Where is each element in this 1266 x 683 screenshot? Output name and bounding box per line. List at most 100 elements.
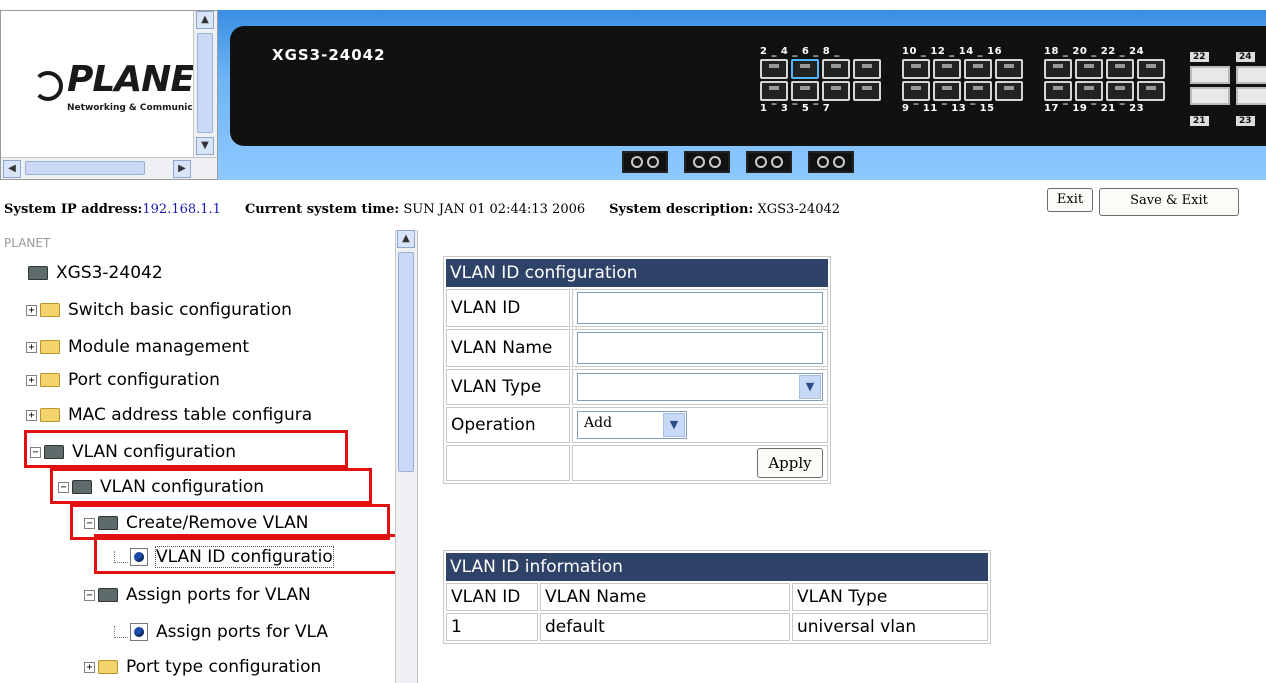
port-numbers-top: 2 _ 4 _ 6 _ 8 _ bbox=[760, 46, 840, 57]
tree-item-label: Switch basic configuration bbox=[68, 300, 292, 320]
chevron-down-icon[interactable]: ▼ bbox=[663, 413, 685, 437]
scroll-right-icon[interactable]: ▶ bbox=[173, 160, 191, 178]
tree-item-switch-basic[interactable]: + Switch basic configuration bbox=[26, 297, 292, 323]
port-icon[interactable] bbox=[995, 81, 1023, 101]
collapse-icon[interactable]: − bbox=[58, 481, 69, 493]
nav-vertical-scrollbar[interactable]: ▲ bbox=[395, 230, 417, 683]
port-icon[interactable] bbox=[791, 59, 819, 79]
port-icon[interactable] bbox=[853, 59, 881, 79]
port-icon[interactable] bbox=[933, 59, 961, 79]
device-panel: XGS3-24042 2 _ 4 _ 6 _ 8 _ 1 ‾ 3 ‾ 5 ‾ 7 bbox=[218, 10, 1266, 180]
expand-icon[interactable]: + bbox=[26, 341, 37, 353]
status-bar: System IP address:192.168.1.1 Current sys… bbox=[0, 188, 1266, 230]
sfp-port-icon[interactable] bbox=[1190, 66, 1230, 84]
port-icon[interactable] bbox=[1106, 59, 1134, 79]
apply-button[interactable]: Apply bbox=[757, 448, 823, 478]
tree-item-assign-ports-leaf[interactable]: Assign ports for VLA bbox=[114, 619, 328, 645]
collapse-icon[interactable]: − bbox=[84, 517, 95, 529]
sfp-port-icon[interactable] bbox=[1236, 66, 1266, 84]
folder-icon bbox=[40, 408, 60, 422]
sfp-label: 23 bbox=[1236, 116, 1255, 126]
tree-item-vlan-configuration-sub[interactable]: − VLAN configuration bbox=[58, 474, 264, 500]
tree-item-port-configuration[interactable]: + Port configuration bbox=[26, 367, 220, 393]
scroll-up-icon[interactable]: ▲ bbox=[196, 11, 214, 29]
port-icon[interactable] bbox=[791, 81, 819, 101]
expand-icon[interactable]: + bbox=[26, 374, 37, 386]
operation-value: Add bbox=[584, 415, 613, 431]
tree-item-assign-ports[interactable]: − Assign ports for VLAN bbox=[84, 582, 311, 608]
logo-mark-icon bbox=[33, 71, 63, 101]
port-icon[interactable] bbox=[760, 59, 788, 79]
tree-item-label: Assign ports for VLA bbox=[156, 622, 329, 642]
tree-item-label: Module management bbox=[68, 337, 250, 357]
tree-item-create-remove-vlan[interactable]: − Create/Remove VLAN bbox=[84, 510, 308, 536]
table-row: 1 default universal vlan bbox=[446, 613, 988, 641]
table-cell: default bbox=[540, 613, 790, 641]
port-icon[interactable] bbox=[822, 59, 850, 79]
port-icon[interactable] bbox=[995, 59, 1023, 79]
port-icon[interactable] bbox=[902, 81, 930, 101]
port-icon[interactable] bbox=[822, 81, 850, 101]
port-numbers-top: 18 _ 20 _ 22 _ 24 bbox=[1044, 46, 1145, 57]
expand-icon[interactable]: + bbox=[26, 409, 37, 421]
operation-select[interactable]: Add ▼ bbox=[577, 411, 687, 439]
port-icon[interactable] bbox=[1044, 81, 1072, 101]
save-exit-button[interactable]: Save & Exit bbox=[1099, 188, 1239, 216]
column-header: VLAN Name bbox=[540, 583, 790, 611]
exit-button[interactable]: Exit bbox=[1047, 188, 1093, 212]
logo-text: PLANE bbox=[67, 59, 193, 100]
collapse-icon[interactable]: − bbox=[30, 446, 41, 458]
port-icon[interactable] bbox=[1075, 59, 1103, 79]
port-icon[interactable] bbox=[933, 81, 961, 101]
port-icon[interactable] bbox=[902, 59, 930, 79]
vlan-name-input[interactable] bbox=[577, 332, 823, 364]
folder-icon bbox=[40, 373, 60, 387]
port-icon[interactable] bbox=[760, 81, 788, 101]
scroll-down-icon[interactable]: ▼ bbox=[196, 137, 214, 155]
logo-frame: PLANE Networking & Communic ▲ ▼ ◀ ▶ bbox=[0, 10, 218, 180]
column-header: VLAN ID bbox=[446, 583, 538, 611]
expand-icon[interactable]: + bbox=[84, 661, 95, 673]
logo-vertical-scrollbar[interactable]: ▲ ▼ bbox=[193, 11, 217, 157]
folder-open-icon bbox=[98, 588, 118, 602]
port-icon[interactable] bbox=[1075, 81, 1103, 101]
scroll-thumb[interactable] bbox=[197, 33, 213, 133]
port-icon[interactable] bbox=[853, 81, 881, 101]
tree-item-vlan-configuration[interactable]: − VLAN configuration bbox=[30, 439, 236, 465]
ip-value: 192.168.1.1 bbox=[142, 202, 221, 217]
led-indicator-icon bbox=[808, 151, 854, 173]
port-icon[interactable] bbox=[1137, 59, 1165, 79]
tree-item-label: VLAN configuration bbox=[100, 477, 265, 497]
tree-item-mac-address-table[interactable]: + MAC address table configura bbox=[26, 402, 312, 428]
sfp-port-icon[interactable] bbox=[1190, 87, 1230, 105]
chevron-down-icon[interactable]: ▼ bbox=[799, 375, 821, 399]
tree-item-port-type-configuration[interactable]: + Port type configuration bbox=[84, 654, 321, 680]
scroll-thumb[interactable] bbox=[398, 252, 414, 472]
scroll-left-icon[interactable]: ◀ bbox=[3, 160, 21, 178]
port-icon[interactable] bbox=[1137, 81, 1165, 101]
expand-icon[interactable]: + bbox=[26, 304, 37, 316]
collapse-icon[interactable]: − bbox=[84, 589, 95, 601]
vlan-id-input[interactable] bbox=[577, 292, 823, 324]
time-value: SUN JAN 01 02:44:13 2006 bbox=[403, 202, 586, 217]
folder-icon bbox=[40, 303, 60, 317]
tree-item-module-management[interactable]: + Module management bbox=[26, 334, 249, 360]
tree-root[interactable]: XGS3-24042 bbox=[28, 260, 163, 286]
tree-item-vlan-id-configuration[interactable]: VLAN ID configuratio bbox=[114, 544, 334, 570]
port-icon[interactable] bbox=[1044, 59, 1072, 79]
port-numbers-bottom: 9 ‾ 11 ‾ 13 ‾ 15 bbox=[902, 103, 995, 114]
vlan-type-label: VLAN Type bbox=[446, 369, 570, 405]
port-numbers-bottom: 17 ‾ 19 ‾ 21 ‾ 23 bbox=[1044, 103, 1145, 114]
logo-horizontal-scrollbar[interactable]: ◀ ▶ bbox=[1, 157, 217, 179]
folder-open-icon bbox=[98, 516, 118, 530]
port-icon[interactable] bbox=[1106, 81, 1134, 101]
sfp-port-icon[interactable] bbox=[1236, 87, 1266, 105]
vlan-type-select[interactable]: ▼ bbox=[577, 373, 823, 401]
port-icon[interactable] bbox=[964, 81, 992, 101]
port-icon[interactable] bbox=[964, 59, 992, 79]
folder-open-icon bbox=[28, 266, 48, 280]
scroll-thumb[interactable] bbox=[25, 161, 145, 175]
time-label: Current system time: bbox=[244, 202, 400, 217]
table-cell: 1 bbox=[446, 613, 538, 641]
scroll-up-icon[interactable]: ▲ bbox=[397, 230, 415, 248]
